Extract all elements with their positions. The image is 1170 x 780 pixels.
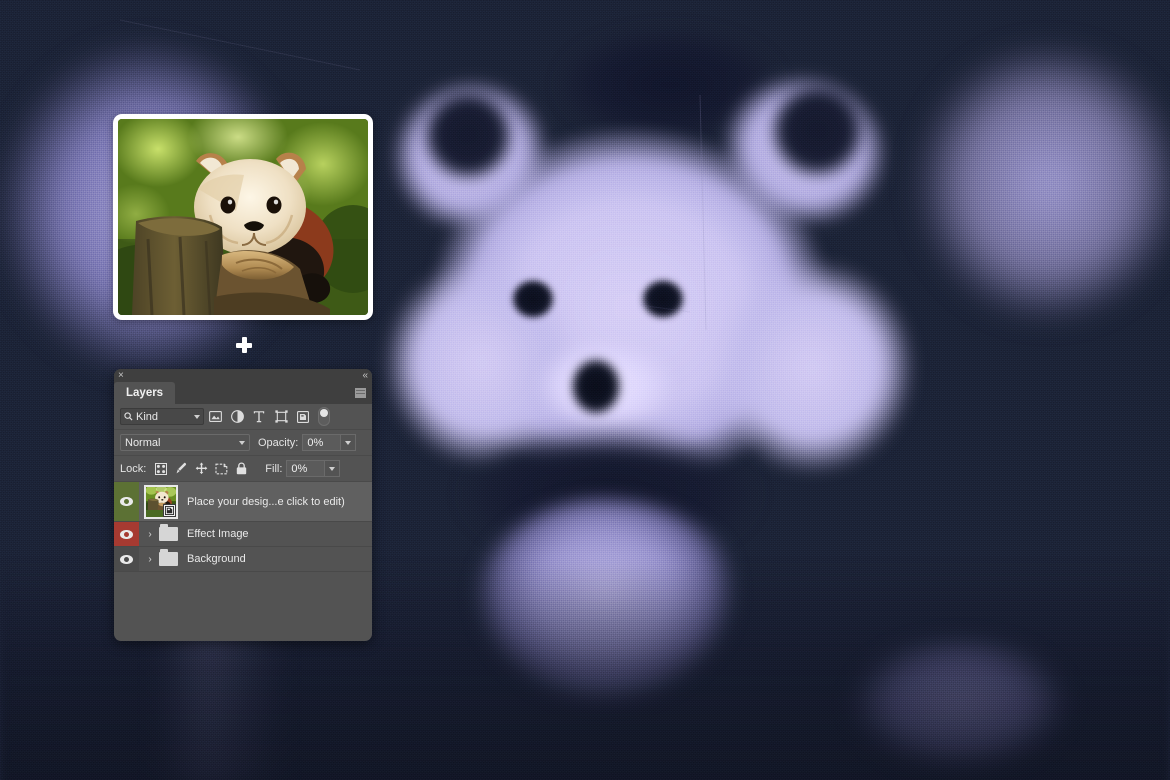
chevron-down-icon <box>194 414 200 419</box>
canvas-stage: × « Layers Kind Normal Opacity: 0% Lock:… <box>0 0 1170 780</box>
filter-shape-layers-icon[interactable] <box>270 406 292 428</box>
opacity-label: Opacity: <box>258 436 299 449</box>
lock-label: Lock: <box>120 462 147 475</box>
chevron-down-icon <box>239 440 245 445</box>
layer-name: Place your desig...e click to edit) <box>187 495 345 508</box>
lock-transparent-pixels-icon[interactable] <box>151 459 171 479</box>
chevron-down-icon <box>329 466 336 471</box>
layer-visibility-toggle[interactable] <box>114 547 139 571</box>
panel-footer <box>114 572 372 622</box>
lock-position-icon[interactable] <box>191 459 211 479</box>
panel-tabbar: Layers <box>114 382 372 404</box>
red-panda-photo-card <box>113 114 373 320</box>
filter-enable-toggle[interactable] <box>318 407 330 426</box>
fill-label: Fill: <box>265 462 283 475</box>
lock-fill-row: Lock: Fill: 0% <box>114 456 372 482</box>
plus-icon <box>236 337 252 353</box>
layer-filter-row: Kind <box>114 404 372 430</box>
eye-icon <box>120 554 133 564</box>
lock-artboard-nesting-icon[interactable] <box>211 459 231 479</box>
close-icon[interactable]: × <box>118 369 124 382</box>
layer-name: Effect Image <box>187 528 249 540</box>
red-panda-illustration <box>118 119 368 315</box>
lock-all-icon[interactable] <box>231 459 251 479</box>
search-icon <box>124 412 133 421</box>
opacity-stepper[interactable] <box>340 434 357 451</box>
chevron-down-icon <box>345 440 352 445</box>
tab-layers[interactable]: Layers <box>114 382 176 404</box>
layer-filter-kind-select[interactable]: Kind <box>120 408 204 425</box>
group-folder-icon <box>159 549 178 566</box>
layer-row-effect-image[interactable]: › Effect Image <box>114 522 372 547</box>
red-panda-photo <box>118 119 368 315</box>
eye-icon <box>120 497 133 506</box>
filter-type-layers-icon[interactable] <box>248 406 270 428</box>
smart-object-badge-icon <box>163 503 176 517</box>
blend-opacity-row: Normal Opacity: 0% <box>114 430 372 456</box>
blend-mode-select[interactable]: Normal <box>120 434 250 451</box>
fill-input[interactable]: 0% <box>286 460 325 477</box>
panda-eye-right <box>637 275 689 323</box>
layers-panel: × « Layers Kind Normal Opacity: 0% Lock:… <box>114 369 372 641</box>
eye-icon <box>120 529 133 539</box>
chevron-right-icon[interactable]: › <box>143 554 157 565</box>
opacity-value: 0% <box>307 436 324 449</box>
chevron-right-icon[interactable]: › <box>143 529 157 540</box>
fill-stepper[interactable] <box>324 460 341 477</box>
layer-visibility-toggle[interactable] <box>114 522 139 546</box>
panel-menu-icon[interactable] <box>355 388 366 398</box>
filter-pixel-layers-icon[interactable] <box>204 406 226 428</box>
layer-visibility-toggle[interactable] <box>114 482 139 521</box>
collapse-panel-icon[interactable]: « <box>362 369 367 382</box>
layer-thumbnail[interactable] <box>144 484 178 519</box>
lock-image-pixels-icon[interactable] <box>171 459 191 479</box>
layer-filter-kind-label: Kind <box>136 410 159 423</box>
blend-mode-value: Normal <box>125 436 161 449</box>
layer-row-smart-object[interactable]: Place your desig...e click to edit) <box>114 482 372 522</box>
filter-smart-object-layers-icon[interactable] <box>292 406 314 428</box>
layer-row-background[interactable]: › Background <box>114 547 372 572</box>
layer-name: Background <box>187 553 246 565</box>
filter-adjustment-layers-icon[interactable] <box>226 406 248 428</box>
group-folder-icon <box>159 524 178 541</box>
panda-eye-left <box>507 275 559 323</box>
opacity-input[interactable]: 0% <box>302 434 341 451</box>
tab-layers-label: Layers <box>126 387 164 399</box>
panel-titlebar: × « <box>114 369 372 382</box>
fill-value: 0% <box>291 462 308 475</box>
panda-nose <box>565 355 627 425</box>
